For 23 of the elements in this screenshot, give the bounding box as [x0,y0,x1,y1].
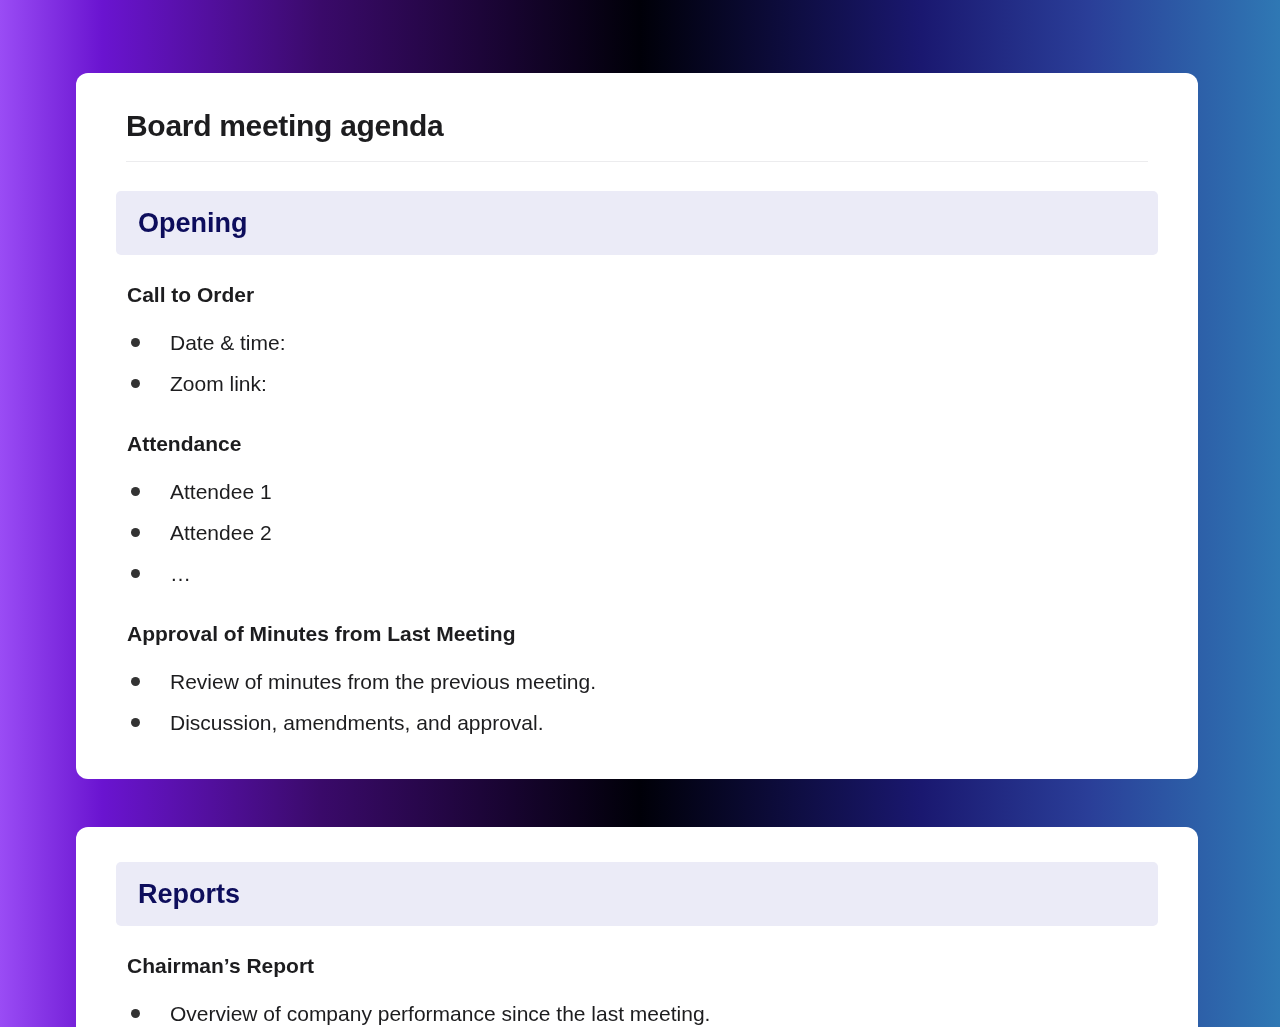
section-heading: Opening [116,191,1158,255]
bullet-icon [131,1009,140,1018]
list-item-text: Review of minutes from the previous meeting. [170,669,597,694]
list-item-text: Date & time: [170,330,286,355]
bullet-icon [131,338,140,347]
section-heading: Reports [116,862,1158,926]
page-title: Board meeting agenda [126,108,445,144]
list-item-text: Zoom link: [170,371,267,396]
bullet-icon [131,487,140,496]
bullet-icon [131,528,140,537]
subsection-heading: Attendance [127,431,243,457]
list-item-text: Attendee 1 [170,479,272,504]
bullet-icon [131,569,140,578]
bullet-icon [131,677,140,686]
bullet-icon [131,379,140,388]
subsection-heading: Chairman’s Report [127,953,316,979]
subsection-heading: Approval of Minutes from Last Meeting [127,621,517,647]
subsection-heading: Call to Order [127,282,256,308]
list-item-text: Overview of company performance since the last meeting. [170,1001,711,1026]
list-item-text: Discussion, amendments, and approval. [170,710,544,735]
list-item-text: … [170,561,191,586]
bullet-icon [131,718,140,727]
list-item-text: Attendee 2 [170,520,272,545]
